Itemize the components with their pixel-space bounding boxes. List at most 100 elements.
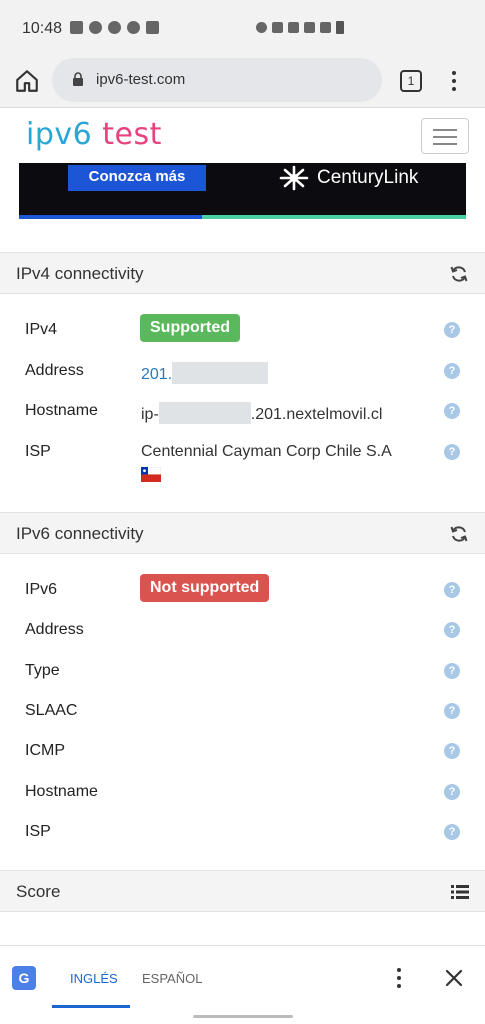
image-icon [146,21,159,34]
score-section-title: Score [16,882,61,901]
redacted-block [158,402,251,424]
nav-menu-button[interactable] [421,118,469,154]
volte-icon [288,22,299,33]
ipv4-isp-value: Centennial Cayman Corp Chile S.A [141,443,392,460]
row-label: ICMP [25,742,65,759]
site-header: ipv6 test [0,108,485,163]
chile-flag-icon [141,467,161,482]
facebook-icon [89,21,102,34]
signal-2-icon [320,22,331,33]
help-icon[interactable]: ? [444,582,460,598]
menu-dot [397,968,401,972]
site-logo[interactable]: ipv6 test [26,117,162,152]
ipv6-slaac-row: SLAAC ? [0,692,485,732]
row-label: SLAAC [25,702,78,719]
ipv4-section-header: IPv4 connectivity [0,252,485,294]
ad-banner[interactable]: Conozca más CenturyLink [19,163,466,219]
score-section-header: Score [0,870,485,912]
ad-brand-text: CenturyLink [317,167,419,188]
status-badge-supported: Supported [140,314,240,342]
browser-toolbar: ipv6-test.com 1 [0,56,485,108]
hamburger-line [433,143,457,145]
hostname-suffix: .201.nextelmovil.cl [250,406,383,423]
row-label: Address [25,621,84,638]
ipv4-address-value[interactable]: 201. [141,362,269,384]
lock-icon [73,72,83,86]
row-label: IPv4 [25,321,58,338]
row-label: ISP [25,823,51,840]
menu-dot [452,71,456,75]
ad-cta-button[interactable]: Conozca más [68,165,206,191]
ipv4-section-title: IPv4 connectivity [16,264,144,283]
ipv6-hostname-row: Hostname ? [0,773,485,813]
ipv4-support-row: IPv4 Supported ? [0,311,485,351]
help-icon[interactable]: ? [444,622,460,638]
hamburger-line [433,136,457,138]
row-label: Address [25,362,84,379]
refresh-icon[interactable] [449,264,469,284]
refresh-icon[interactable] [449,524,469,544]
redacted-block [172,362,269,384]
ipv4-hostname-row: Hostname ip- .201.nextelmovil.cl ? [0,392,485,432]
ipv6-section-title: IPv6 connectivity [16,524,144,543]
help-icon[interactable]: ? [444,363,460,379]
help-icon[interactable]: ? [444,784,460,800]
row-label: Hostname [25,402,98,419]
google-translate-icon: G [12,966,36,990]
tab-source-language[interactable]: INGLÉS [52,946,130,1008]
source-language-label: INGLÉS [70,971,118,986]
centurylink-logo-icon [279,165,309,191]
ipv6-isp-row: ISP ? [0,813,485,853]
help-icon[interactable]: ? [444,824,460,840]
menu-dot [397,984,401,988]
hamburger-line [433,129,457,131]
menu-dot [397,976,401,980]
tab-switcher-button[interactable]: 1 [400,70,422,92]
home-icon[interactable] [14,68,40,94]
row-label: IPv6 [25,581,58,598]
notification-icons [70,21,159,34]
browser-menu-button[interactable] [446,68,462,94]
close-icon[interactable] [444,968,464,988]
bluetooth-icon [256,22,267,33]
help-icon[interactable]: ? [444,444,460,460]
status-badge-not-supported: Not supported [140,574,270,602]
row-label: ISP [25,443,51,460]
ipv4-isp-row: ISP Centennial Cayman Corp Chile S.A ? [0,433,485,491]
row-label: Type [25,662,60,679]
translate-menu-button[interactable] [394,968,404,988]
list-icon[interactable] [451,884,469,900]
battery-icon [336,21,344,34]
ipv4-hostname-value: ip- .201.nextelmovil.cl [141,402,382,424]
address-bar[interactable]: ipv6-test.com [52,58,382,102]
help-icon[interactable]: ? [444,403,460,419]
home-indicator [193,1015,293,1018]
menu-dot [452,79,456,83]
ipv6-support-row: IPv6 Not supported ? [0,571,485,611]
ipv4-address-row: Address 201. ? [0,352,485,392]
logo-part2: test [102,117,162,152]
ipv6-type-row: Type ? [0,652,485,692]
menu-dot [452,87,456,91]
help-icon[interactable]: ? [444,322,460,338]
ipv6-section-header: IPv6 connectivity [0,512,485,554]
ad-stripe [19,215,202,219]
status-time: 10:48 [22,20,63,37]
ad-stripe [202,215,466,219]
message-icon [70,21,83,34]
translate-bar: G INGLÉS ESPAÑOL [0,945,485,1024]
ipv6-address-row: Address ? [0,611,485,651]
tab-target-language[interactable]: ESPAÑOL [142,971,202,986]
signal-icon [272,22,283,33]
at-icon [127,21,140,34]
url-text: ipv6-test.com [96,71,186,88]
address-prefix: 201. [141,366,173,383]
help-icon[interactable]: ? [444,703,460,719]
app-icon [108,21,121,34]
help-icon[interactable]: ? [444,663,460,679]
help-icon[interactable]: ? [444,743,460,759]
4g-icon [304,22,315,33]
logo-part1: ipv6 [26,117,93,152]
system-icons [256,21,344,34]
hostname-prefix: ip- [141,406,159,423]
